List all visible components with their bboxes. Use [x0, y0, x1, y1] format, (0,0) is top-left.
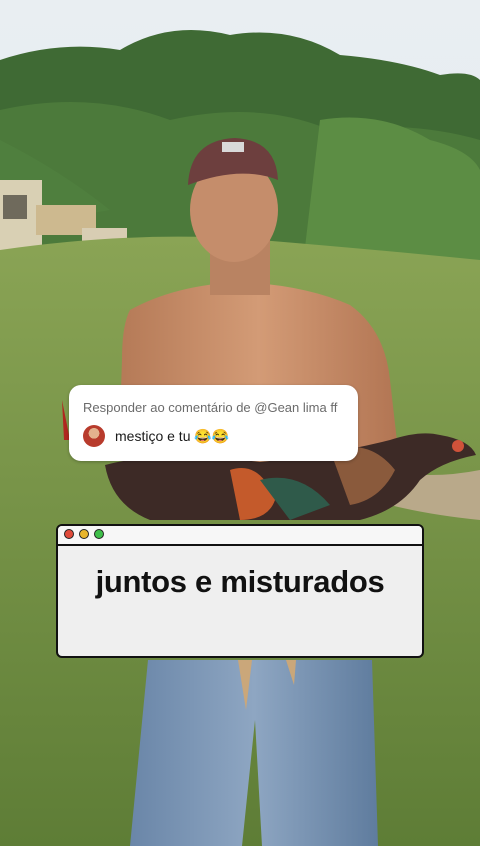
caption-text: juntos e misturados — [95, 564, 385, 599]
minimize-dot-icon — [79, 529, 89, 539]
comment-text: mestiço e tu 😂😂 — [115, 428, 230, 444]
caption-window-titlebar — [58, 526, 422, 546]
commenter-avatar — [83, 425, 105, 447]
reply-comment-bubble[interactable]: Responder ao comentário de @Gean lima ff… — [69, 385, 358, 461]
close-dot-icon — [64, 529, 74, 539]
maximize-dot-icon — [94, 529, 104, 539]
reply-comment-header: Responder ao comentário de @Gean lima ff — [83, 400, 338, 415]
caption-window: juntos e misturados — [56, 524, 424, 658]
